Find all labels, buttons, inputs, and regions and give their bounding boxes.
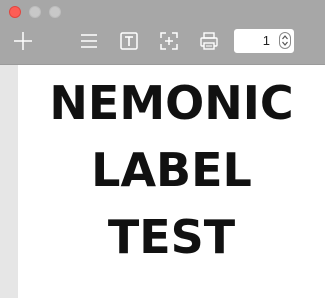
label-line-2: LABEL — [91, 143, 252, 197]
menu-button[interactable] — [77, 29, 101, 53]
label-line-1: NEMONIC — [49, 76, 294, 130]
text-tool-button[interactable] — [117, 29, 141, 53]
print-icon — [200, 32, 218, 50]
title-toolbar: 1 — [0, 0, 325, 64]
left-margin-strip — [0, 65, 18, 298]
page-number-input[interactable]: 1 — [235, 30, 278, 51]
label-canvas[interactable]: NEMONIC LABEL TEST — [18, 65, 325, 298]
up-down-arrows-icon — [282, 35, 288, 46]
menu-icon — [81, 34, 97, 48]
image-tool-button[interactable] — [157, 29, 181, 53]
label-line-3: TEST — [107, 210, 236, 264]
page-number-stepper[interactable]: 1 — [234, 29, 294, 53]
print-button[interactable] — [197, 29, 221, 53]
add-button[interactable] — [11, 29, 35, 53]
add-image-icon — [160, 32, 178, 50]
zoom-window-button[interactable] — [49, 6, 61, 18]
minimize-window-button[interactable] — [29, 6, 41, 18]
close-window-button[interactable] — [9, 6, 21, 18]
app-window: 1 NEMONIC LABEL TEST — [0, 0, 325, 298]
stepper-arrows[interactable] — [279, 32, 291, 49]
text-box-icon — [120, 32, 138, 50]
plus-icon — [14, 32, 32, 50]
